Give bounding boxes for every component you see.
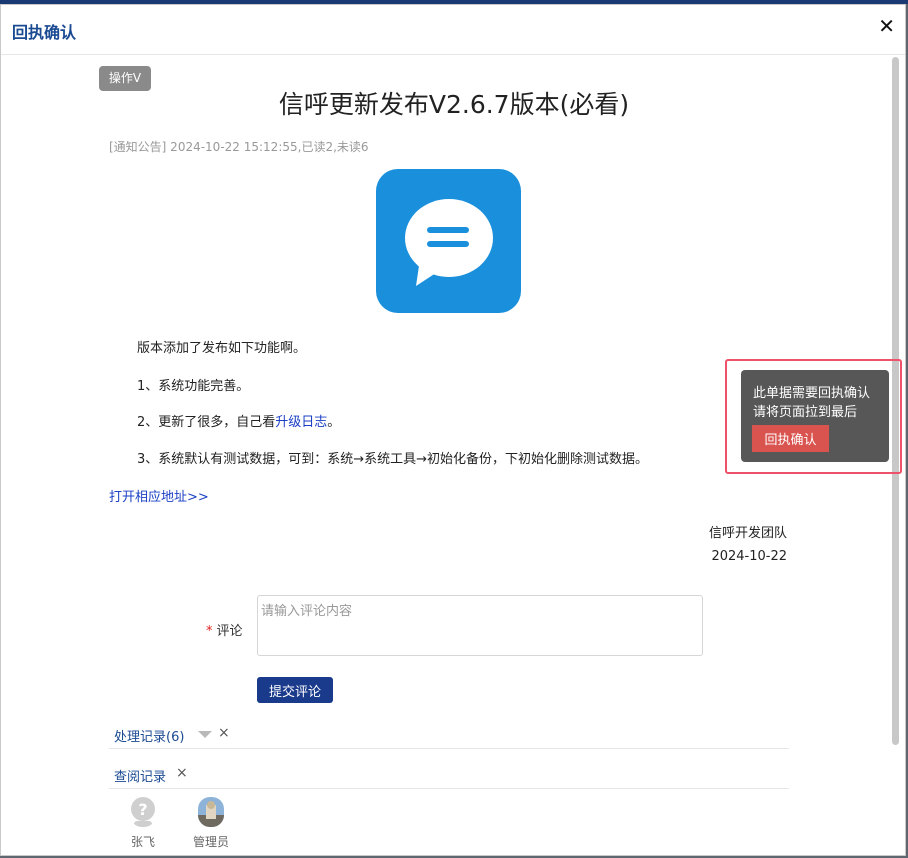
signature-date: 2024-10-22	[711, 549, 787, 564]
receipt-tip-line-1: 此单据需要回执确认	[753, 386, 871, 401]
process-record-toggle[interactable]: 处理记录(6)	[114, 726, 184, 745]
open-address-link[interactable]: 打开相应地址>>	[109, 486, 209, 505]
placeholder-avatar-icon: ?	[130, 797, 156, 827]
chat-bubble-icon	[376, 169, 521, 313]
view-record-toggle[interactable]: 查阅记录	[114, 766, 166, 785]
notice-meta: [通知公告] 2024-10-22 15:12:55,已读2,未读6	[109, 140, 369, 154]
upgrade-log-link[interactable]: 升级日志	[275, 415, 327, 430]
receipt-confirm-button[interactable]: 回执确认	[752, 425, 829, 452]
notice-intro: 版本添加了发布如下功能啊。	[137, 341, 307, 356]
process-record-section: 处理记录(6) ×	[109, 715, 789, 749]
notice-item-2-suffix: 。	[327, 415, 341, 430]
receipt-tip-line-2: 请将页面拉到最后	[753, 405, 858, 420]
receipt-tip-panel: 此单据需要回执确认 请将页面拉到最后 回执确认	[741, 370, 889, 462]
dialog-title: 回执确认	[12, 23, 77, 42]
notice-item-1: 1、系统功能完善。	[137, 379, 250, 394]
reader-name: 管理员	[192, 835, 229, 849]
comment-input[interactable]	[257, 595, 703, 656]
photo-avatar-icon	[198, 797, 224, 827]
caret-down-icon[interactable]	[198, 731, 212, 738]
notice-item-2: 2、更新了很多，自己看升级日志。	[137, 411, 340, 430]
notice-item-3: 3、系统默认有测试数据，可到：系统→系统工具→初始化备份，下初始化删除测试数据。	[137, 452, 649, 467]
comment-label-text: 评论	[216, 624, 243, 639]
submit-comment-button[interactable]: 提交评论	[257, 677, 333, 703]
signature-team: 信呼开发团队	[708, 526, 787, 541]
dialog-header: 回执确认 ✕	[1, 5, 905, 55]
close-view-record-icon[interactable]: ×	[176, 765, 188, 781]
photo-avatar-svg	[198, 797, 224, 827]
notice-title: 信呼更新发布V2.6.7版本(必看)	[278, 90, 630, 119]
view-record-section: 查阅记录 ×	[109, 755, 789, 789]
comment-label: * 评论	[206, 620, 243, 639]
close-icon[interactable]: ✕	[878, 16, 895, 36]
reader-name: 张飞	[130, 835, 155, 849]
chat-bubble-svg	[405, 199, 493, 286]
placeholder-avatar-svg: ?	[131, 797, 155, 827]
close-process-record-icon[interactable]: ×	[218, 725, 230, 741]
required-mark: *	[206, 624, 213, 639]
notice-item-2-text: 2、更新了很多，自己看	[137, 415, 276, 430]
svg-text:?: ?	[138, 800, 147, 819]
